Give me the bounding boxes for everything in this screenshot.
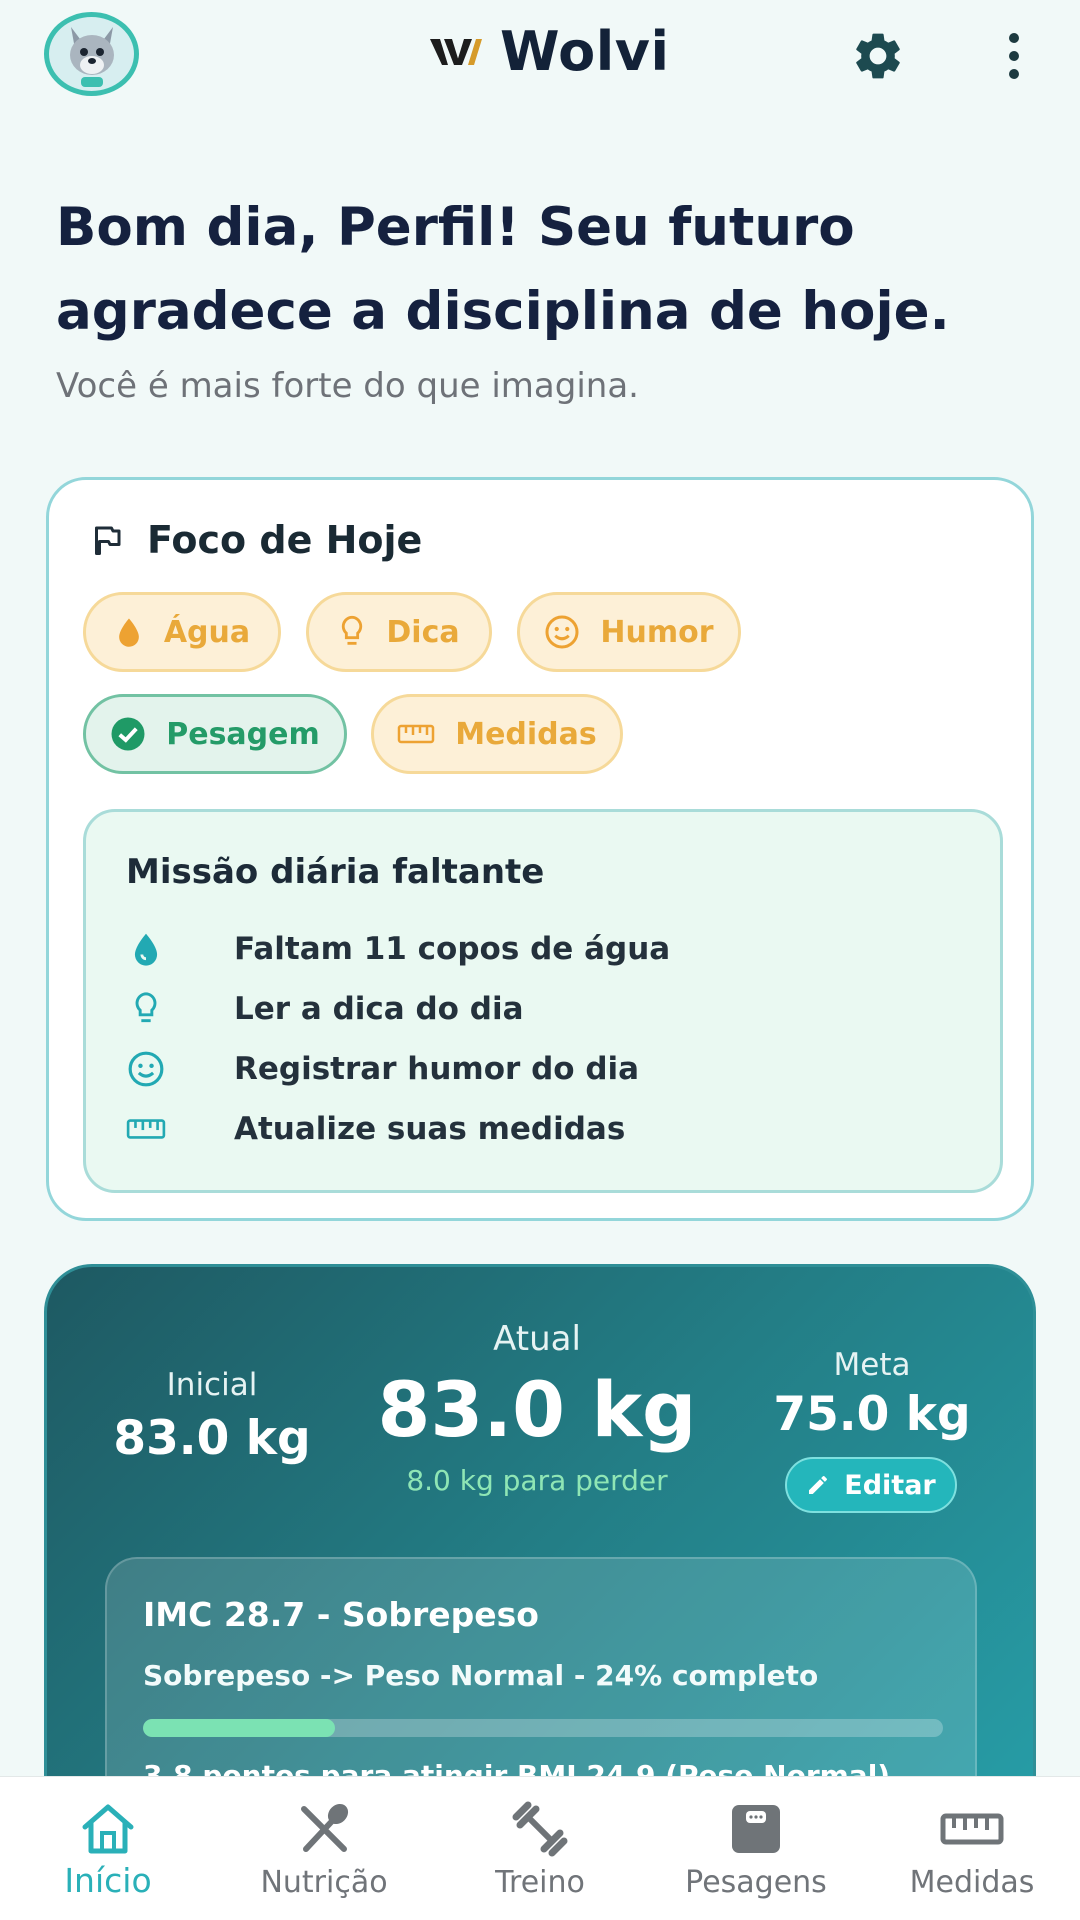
water-drop-icon [134,933,158,966]
nav-label: Pesagens [685,1865,827,1900]
goal-weight-value: 75.0 kg [773,1387,971,1442]
initial-weight-value: 83.0 kg [113,1411,311,1466]
goal-weight-label: Meta [833,1347,911,1383]
smiley-icon [128,1051,164,1087]
chip-label: Pesagem [166,716,320,752]
mission-item-text: Ler a dica do dia [234,991,524,1027]
chip-dica[interactable]: Dica [306,592,492,672]
gear-icon [856,33,900,79]
scale-icon [732,1805,780,1853]
today-focus-header: Foco de Hoje [89,518,422,562]
nav-label: Medidas [909,1865,1035,1900]
chip-humor[interactable]: Humor [517,592,741,672]
initial-weight: Inicial 83.0 kg [107,1367,317,1466]
bmi-progress-text: Sobrepeso -> Peso Normal - 24% completo [143,1659,819,1692]
water-drop-icon [118,618,139,647]
nav-item-pesagens[interactable]: Pesagens [648,1777,864,1920]
edit-goal-label: Editar [844,1469,936,1501]
nav-item-nutricao[interactable]: Nutrição [216,1777,432,1920]
fork-spoon-icon [301,1803,349,1852]
chip-label: Dica [386,614,460,650]
mission-item: Ler a dica do dia [126,984,524,1034]
chip-medidas[interactable]: Medidas [371,694,623,774]
current-weight: Atual 83.0 kg 8.0 kg para perder [347,1319,727,1497]
nav-label: Treino [495,1865,585,1900]
greeting-subtitle: Você é mais forte do que imagina. [56,366,639,406]
ruler-icon [940,1813,1004,1845]
app-brand: Wolvi [430,20,669,83]
profile-avatar[interactable] [44,12,139,96]
chip-label: Humor [600,614,714,650]
mission-item-text: Atualize suas medidas [234,1111,626,1147]
settings-button[interactable] [848,26,908,86]
flag-icon [95,526,121,555]
wolvi-logo-icon [430,38,482,65]
home-icon [82,1804,134,1854]
edit-goal-button[interactable]: Editar [785,1457,957,1513]
more-options-button[interactable] [984,26,1044,86]
current-weight-value: 83.0 kg [377,1365,697,1454]
pencil-icon [809,1475,828,1494]
chip-agua[interactable]: Água [83,592,281,672]
bmi-progress-bar [143,1719,943,1737]
nav-label: Nutrição [260,1865,388,1900]
chip-pesagem[interactable]: Pesagem [83,694,347,774]
chip-label: Água [163,614,251,650]
mission-item: Faltam 11 copos de água [126,924,670,974]
lightbulb-icon [342,615,363,645]
mission-item: Atualize suas medidas [126,1104,625,1154]
top-app-bar: Wolvi [0,0,1080,110]
mission-item-text: Faltam 11 copos de água [234,931,671,967]
smiley-icon [545,615,579,649]
ruler-icon [126,1119,166,1139]
current-weight-label: Atual [493,1319,581,1359]
bmi-title: IMC 28.7 - Sobrepeso [143,1595,539,1634]
app-title: Wolvi [500,20,670,83]
wolf-avatar-icon [69,27,114,87]
mission-item-text: Registrar humor do dia [234,1051,640,1087]
initial-weight-label: Inicial [166,1367,258,1403]
today-focus-card: Foco de Hoje Água Dica Humor Pesagem Med… [46,477,1034,1221]
mission-item: Registrar humor do dia [126,1044,639,1094]
check-circle-icon [111,717,145,751]
ruler-icon [397,724,435,744]
goal-weight: Meta 75.0 kg [757,1347,987,1442]
nav-label: Início [64,1861,152,1900]
bottom-navigation: Início Nutrição Treino Pesagens Medidas [0,1776,1080,1920]
greeting-title: Bom dia, Perfil! Seu futuro agradece a d… [56,197,950,342]
more-vertical-icon [1009,33,1019,79]
bmi-progress-fill [143,1719,335,1737]
nav-item-medidas[interactable]: Medidas [864,1777,1080,1920]
daily-mission-title: Missão diária faltante [126,852,545,892]
lightbulb-icon [135,992,157,1023]
today-focus-title: Foco de Hoje [147,518,423,562]
dumbbell-icon [512,1801,568,1857]
daily-mission-panel: Missão diária faltante Faltam 11 copos d… [83,809,1003,1193]
chip-label: Medidas [455,716,597,752]
nav-item-treino[interactable]: Treino [432,1777,648,1920]
weight-to-lose: 8.0 kg para perder [406,1464,668,1497]
nav-item-inicio[interactable]: Início [0,1777,216,1920]
